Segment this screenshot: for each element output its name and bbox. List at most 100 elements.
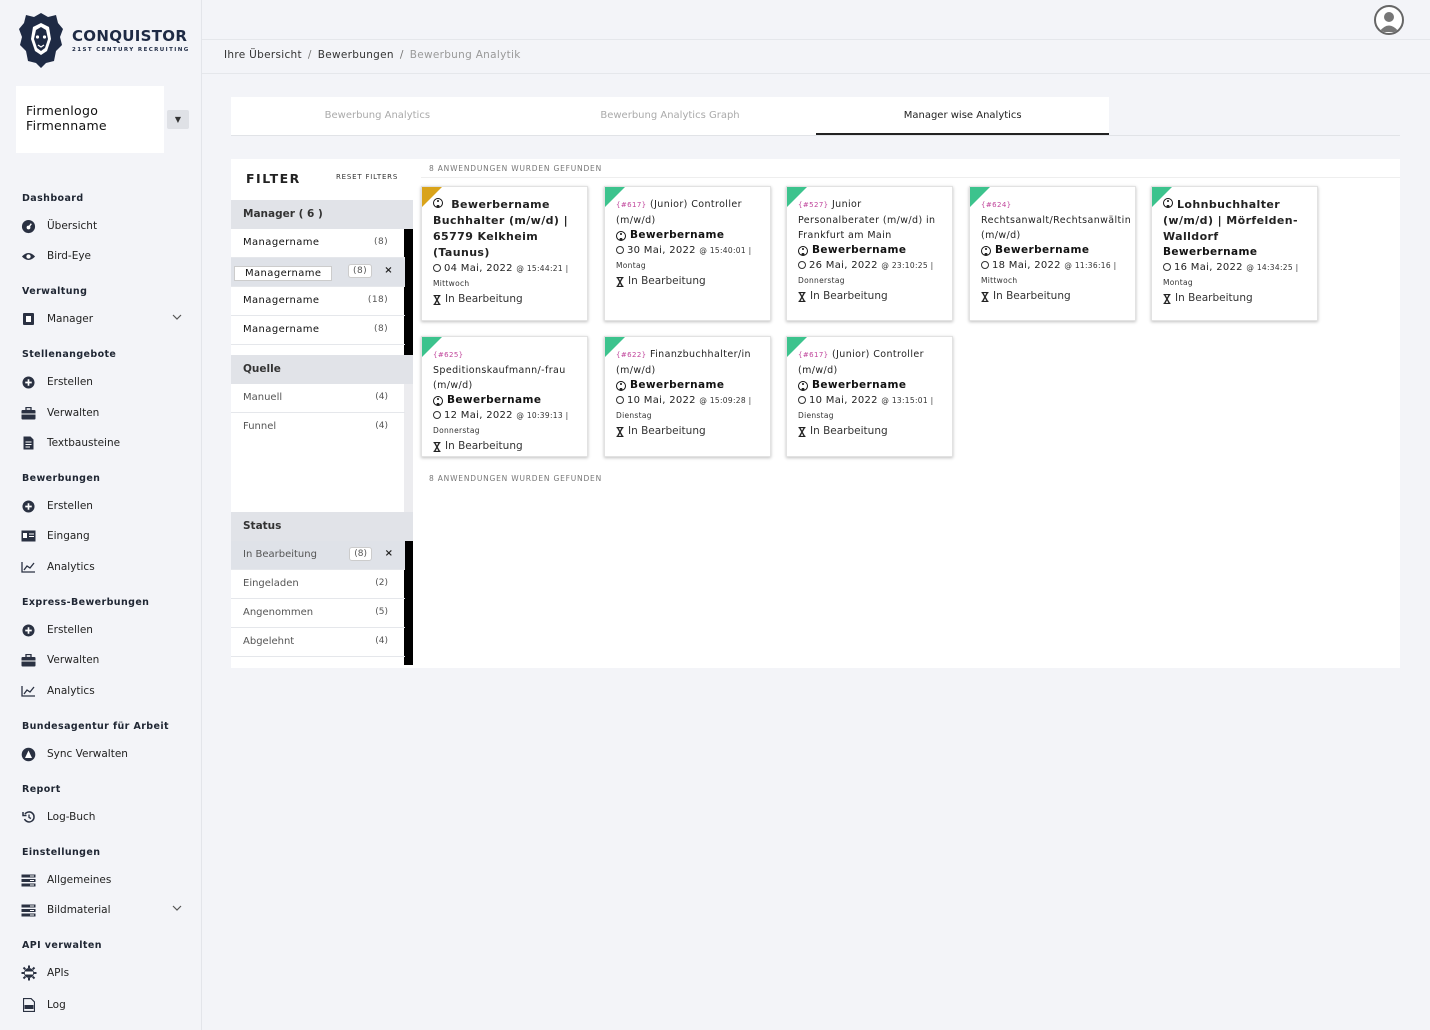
filter-group-manager[interactable]: Manager ( 6 )	[231, 200, 413, 229]
nav-item-express-erstellen[interactable]: Erstellen	[20, 620, 182, 640]
application-card[interactable]: {#617} (Junior) Controller (m/w/d) Bewer…	[604, 186, 771, 321]
manager-list-scrollbar[interactable]	[404, 229, 413, 355]
filter-item-label: Eingeladen	[243, 578, 299, 589]
nav-item-allgemeines[interactable]: Allgemeines	[20, 870, 182, 890]
remove-filter-close-icon[interactable]: ×	[385, 548, 393, 559]
nav-item-apis[interactable]: APIs	[20, 963, 182, 983]
reset-filters-button[interactable]: RESET FILTERS	[336, 173, 398, 181]
nav-item-bird-eye[interactable]: Bird-Eye	[20, 246, 182, 266]
nav-item-log[interactable]: Log	[20, 995, 182, 1015]
filter-item-label: Managername	[243, 324, 320, 335]
breadcrumb-item-bewerbungen[interactable]: Bewerbungen	[318, 49, 394, 61]
card-date: 30 Mai, 2022 @ 15:40:01 | Montag	[616, 243, 760, 273]
card-applicant: Bewerbername	[433, 393, 577, 408]
nav-item-label: Log	[47, 999, 66, 1011]
filter-item-label: Angenommen	[243, 607, 314, 618]
nav-item-label: Erstellen	[47, 500, 93, 512]
card-applicant-name: Bewerbername	[630, 379, 725, 391]
nav-item-bewerbungen-analytics[interactable]: Analytics	[20, 557, 182, 577]
card-date-value: 04 Mai, 2022	[444, 263, 513, 274]
tab-bewerbung-analytics-graph[interactable]: Bewerbung Analytics Graph	[524, 97, 817, 135]
nav-item-stellen-erstellen[interactable]: Erstellen	[20, 372, 182, 392]
user-avatar-icon[interactable]	[1374, 5, 1404, 35]
tab-manager-wise-analytics[interactable]: Manager wise Analytics	[816, 97, 1110, 135]
company-logo-label: Firmenlogo	[26, 103, 99, 118]
card-status-label: In Bearbeitung	[445, 293, 523, 305]
breadcrumb-item-uebersicht[interactable]: Ihre Übersicht	[224, 49, 302, 61]
card-job-title-text: Speditionskaufmann/-frau (m/w/d)	[433, 365, 566, 391]
nav-item-express-verwalten[interactable]: Verwalten	[20, 650, 182, 670]
briefcase-icon	[20, 652, 37, 669]
application-card[interactable]: {#622} Finanzbuchhalter/in (m/w/d) Bewer…	[604, 336, 771, 457]
filter-item-status[interactable]: Angenommen (5)	[231, 599, 405, 628]
application-card[interactable]: {#617} (Junior) Controller (m/w/d) Bewer…	[786, 336, 953, 457]
filter-item-manager[interactable]: Managername (8)	[231, 316, 405, 345]
brand-subtitle: 21ST CENTURY RECRUITING	[72, 47, 190, 53]
filter-item-status[interactable]: Abgelehnt (4)	[231, 628, 405, 657]
nav-item-bewerbungen-erstellen[interactable]: Erstellen	[20, 496, 182, 516]
remove-filter-close-icon[interactable]: ×	[384, 265, 393, 276]
filter-item-label: Abgelehnt	[243, 636, 295, 647]
card-status-label: In Bearbeitung	[445, 440, 523, 452]
nav-item-manager[interactable]: Manager	[20, 309, 182, 329]
nav-item-label: Sync Verwalten	[47, 748, 128, 760]
filter-item-status[interactable]: Eingeladen (2)	[231, 570, 405, 599]
filter-item-label: Managername	[243, 237, 320, 248]
server-settings-icon	[20, 902, 37, 919]
nav-item-label: Log-Buch	[47, 811, 96, 823]
filter-item-manager[interactable]: Managername (18)	[231, 287, 405, 316]
nav-item-log-buch[interactable]: Log-Buch	[20, 807, 182, 827]
card-date: 10 Mai, 2022 @ 15:09:28 | Dienstag	[616, 393, 760, 423]
plus-circle-icon	[20, 374, 37, 391]
briefcase-icon	[20, 405, 37, 422]
filter-item-source[interactable]: Funnel (4)	[231, 413, 405, 442]
company-dropdown-caret-icon[interactable]: ▼	[167, 110, 189, 129]
clock-icon	[798, 261, 806, 269]
card-status: In Bearbeitung	[433, 439, 577, 454]
application-card[interactable]: {#625} Speditionskaufmann/-frau (m/w/d) …	[421, 336, 588, 457]
person-icon	[433, 198, 443, 208]
filter-item-count: (4)	[375, 421, 388, 431]
analytics-tabs: Bewerbung Analytics Bewerbung Analytics …	[231, 97, 1110, 135]
results-count-footer: 8 ANWENDUNGEN WURDEN GEFUNDEN	[429, 474, 602, 483]
server-settings-icon	[20, 872, 37, 889]
tab-bewerbung-analytics[interactable]: Bewerbung Analytics	[231, 97, 524, 135]
nav-item-stellen-verwalten[interactable]: Verwalten	[20, 403, 182, 423]
brand-logo[interactable]: CONQUISTOR 21ST CENTURY RECRUITING	[18, 10, 190, 70]
card-status-corner	[605, 187, 625, 207]
chevron-down-icon[interactable]	[172, 904, 182, 914]
card-date: 18 Mai, 2022 @ 11:36:16 | Mittwoch	[981, 258, 1125, 288]
filter-item-label: Managername	[234, 266, 333, 281]
company-selector[interactable]: Firmenlogo Firmenname	[16, 86, 164, 153]
nav-item-textbausteine[interactable]: Textbausteine	[20, 433, 182, 453]
dashboard-gauge-icon	[20, 218, 37, 235]
application-card[interactable]: Lohnbuchhalter (w/m/d) | Mörfelden-Walld…	[1151, 186, 1318, 321]
nav-item-express-analytics[interactable]: Analytics	[20, 681, 182, 701]
card-status-label: In Bearbeitung	[1175, 292, 1253, 304]
status-list-scrollbar[interactable]	[404, 541, 413, 665]
nav-item-bildmaterial[interactable]: Bildmaterial	[20, 900, 182, 920]
application-card[interactable]: Bewerbername Buchhalter (m/w/d) | 65779 …	[421, 186, 588, 321]
chevron-down-icon[interactable]	[172, 313, 182, 323]
nav-heading-report: Report	[22, 784, 61, 795]
filter-item-manager-selected[interactable]: Managername (8) ×	[231, 258, 405, 287]
nav-item-eingang[interactable]: Eingang	[20, 526, 182, 546]
application-card[interactable]: {#624} Rechtsanwalt/Rechtsanwältin (m/w/…	[969, 186, 1136, 321]
nav-item-label: Bird-Eye	[47, 250, 92, 262]
nav-item-label: Eingang	[47, 530, 90, 542]
nav-item-uebersicht[interactable]: Übersicht	[20, 216, 182, 236]
nav-item-sync-verwalten[interactable]: Sync Verwalten	[20, 744, 182, 764]
nav-item-label: APIs	[47, 967, 70, 979]
filter-item-manager[interactable]: Managername (8)	[231, 229, 405, 258]
hourglass-icon	[616, 276, 624, 287]
filter-group-status[interactable]: Status	[231, 512, 413, 541]
source-list-scrollbar[interactable]	[404, 384, 413, 512]
filter-title: FILTER	[246, 171, 301, 186]
application-card[interactable]: {#527} Junior Personalberater (m/w/d) in…	[786, 186, 953, 321]
filter-item-status-selected[interactable]: In Bearbeitung (8) ×	[231, 541, 405, 570]
filter-item-source[interactable]: Manuell (4)	[231, 384, 405, 413]
card-job-title: {#527} Junior Personalberater (m/w/d) in…	[798, 197, 942, 243]
filter-group-quelle[interactable]: Quelle	[231, 355, 413, 384]
card-date: 10 Mai, 2022 @ 13:15:01 | Dienstag	[798, 393, 942, 423]
card-applicant-name: Bewerbername	[447, 394, 542, 406]
